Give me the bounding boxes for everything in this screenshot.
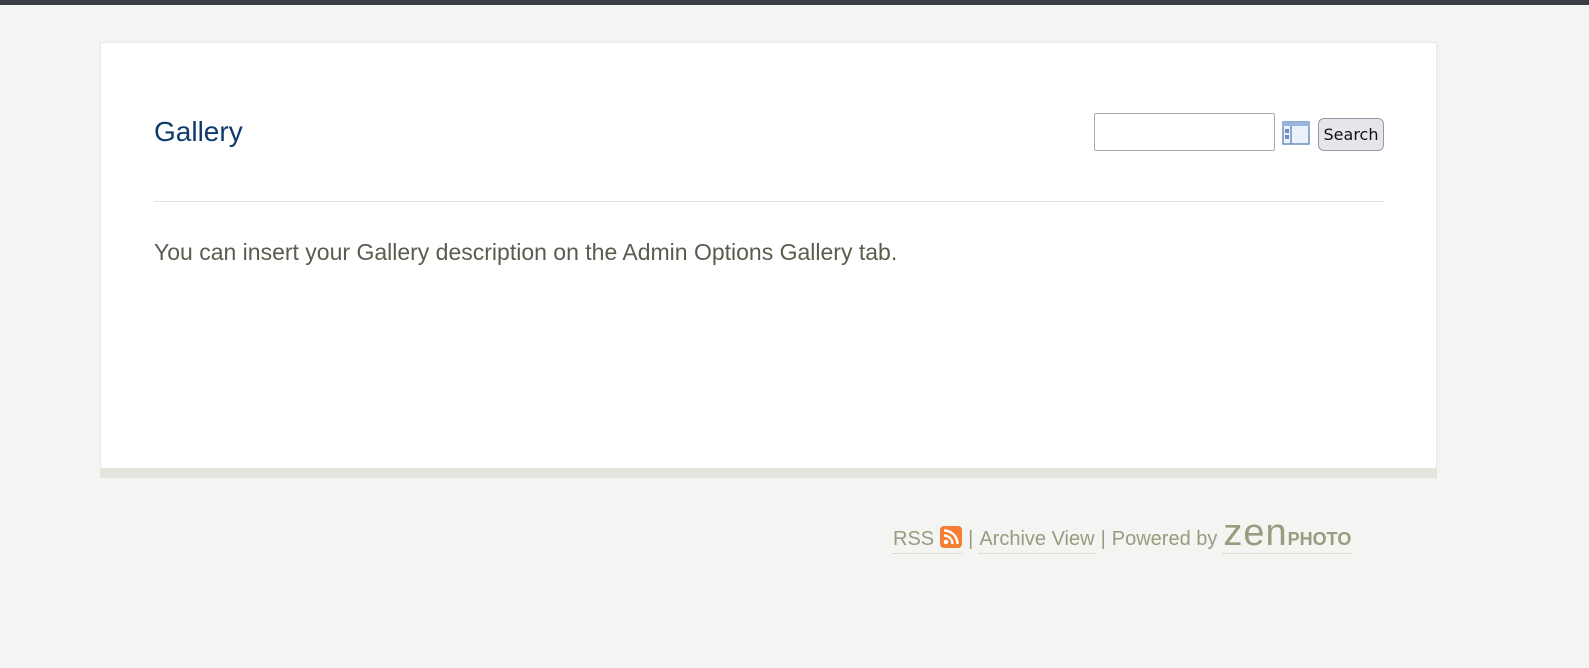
- gallery-description: You can insert your Gallery description …: [154, 239, 898, 265]
- archive-view-link[interactable]: Archive View: [979, 528, 1095, 554]
- footer: RSS | Archive View | Powered by zen PHOTO: [893, 512, 1352, 554]
- gallery-panel: Gallery Search You can insert your Galle…: [100, 42, 1437, 469]
- page-title: Gallery: [154, 116, 243, 147]
- search-fields-icon[interactable]: [1282, 121, 1310, 145]
- header-divider: [154, 201, 1384, 202]
- zenphoto-logo-link[interactable]: zen PHOTO: [1223, 512, 1352, 554]
- rss-link[interactable]: RSS: [893, 526, 963, 554]
- logo-photo: PHOTO: [1287, 529, 1352, 549]
- logo-zen: zen: [1223, 512, 1288, 554]
- top-bar: [0, 0, 1589, 5]
- search-input[interactable]: [1094, 113, 1275, 151]
- panel-bottom-border: [100, 469, 1437, 478]
- separator: |: [968, 528, 974, 550]
- rss-label: RSS: [893, 528, 935, 550]
- separator: |: [1100, 528, 1106, 550]
- powered-by-text: Powered by: [1111, 528, 1218, 550]
- search-button[interactable]: Search: [1318, 118, 1384, 151]
- rss-feed-icon: [940, 526, 963, 548]
